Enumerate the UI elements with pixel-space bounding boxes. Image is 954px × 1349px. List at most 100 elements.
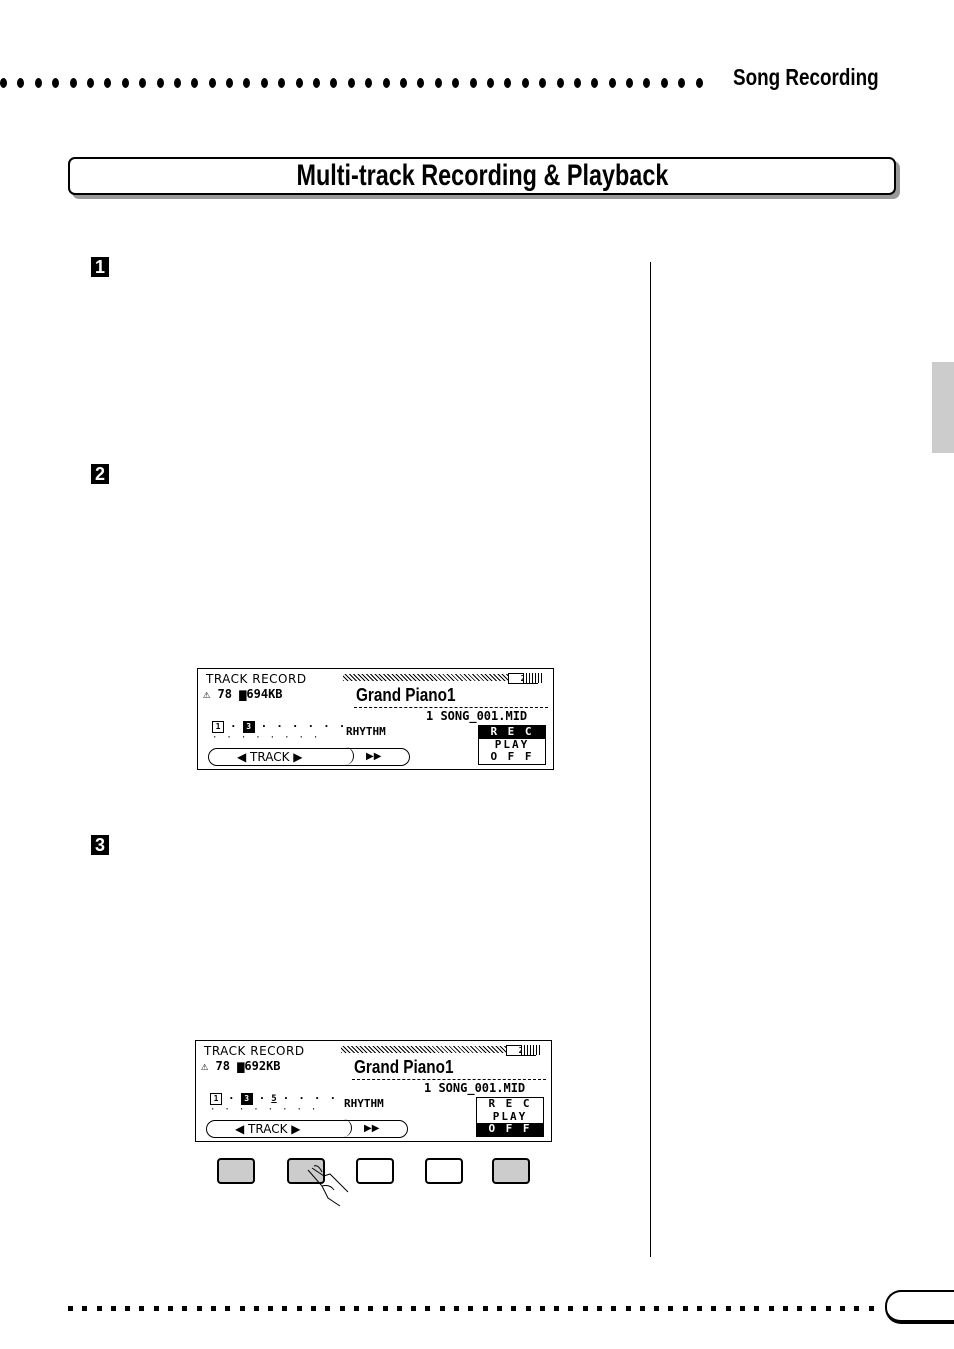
leader-dot [854, 1306, 860, 1311]
chapter-tab [932, 362, 954, 453]
leader-dot [368, 1306, 374, 1311]
step-number-1: 1 [91, 257, 109, 277]
mode-off[interactable]: O F F [479, 750, 545, 764]
metronome-icon: ⚠ [203, 687, 211, 701]
page-number-tab [885, 1290, 954, 1324]
leader-dot [840, 1306, 846, 1311]
panel-button-5[interactable] [492, 1158, 530, 1184]
leader-dot [110, 1306, 116, 1311]
fast-forward-icon[interactable]: ▶▶ [366, 749, 381, 765]
leader-dot [639, 1306, 645, 1311]
leader-dot [382, 1306, 388, 1311]
leader-dot [611, 1306, 617, 1311]
memory-value: 694KB [246, 687, 283, 701]
leader-dot [782, 1306, 788, 1311]
page-heading-box: Multi-track Recording & Playback [68, 157, 896, 195]
leader-dot [353, 1306, 359, 1311]
leader-dot [468, 1306, 474, 1311]
leader-dot [139, 1306, 145, 1311]
leader-dot [396, 1306, 402, 1311]
song-file-name: 1 SONG_001.MID [426, 709, 528, 723]
leader-dot [96, 1306, 102, 1311]
leader-dot [596, 1306, 602, 1311]
panel-button-1[interactable] [217, 1158, 255, 1184]
leader-dot [521, 78, 529, 88]
leader-dot [121, 78, 129, 88]
page-heading: Multi-track Recording & Playback [296, 159, 668, 192]
leader-dot [311, 1306, 317, 1311]
record-mode-selector[interactable]: R E C PLAY O F F [476, 1097, 544, 1137]
nav-separator [341, 1119, 352, 1137]
track-1-indicator: 1 [212, 720, 224, 733]
leader-dot [68, 1306, 73, 1311]
leader-dot [660, 78, 668, 88]
leader-dot [191, 78, 199, 88]
leader-dot [34, 78, 42, 88]
title-hatch-bar [341, 1046, 506, 1053]
leader-dot [339, 1306, 345, 1311]
leader-dot [511, 1306, 517, 1311]
memory-value: 692KB [244, 1059, 281, 1073]
lcd-title: TRACK RECORD [204, 1044, 305, 1058]
leader-dot [296, 1306, 302, 1311]
leader-dot [104, 78, 112, 88]
lcd-title: TRACK RECORD [206, 672, 307, 686]
leader-dot [496, 1306, 502, 1311]
leader-dot [654, 1306, 660, 1311]
leader-dot [434, 78, 442, 88]
leader-dot [768, 1306, 774, 1311]
voice-name: Grand Piano1 [356, 685, 456, 705]
leader-dot [153, 1306, 159, 1311]
leader-dot [156, 78, 164, 88]
leader-dot [469, 78, 477, 88]
leader-dot [168, 1306, 174, 1311]
pressing-hand-icon [307, 1165, 349, 1207]
leader-dot [725, 1306, 731, 1311]
leader-dot [625, 1306, 631, 1311]
leader-dot [439, 1306, 445, 1311]
leader-dot [582, 1306, 588, 1311]
panel-button-4[interactable] [425, 1158, 463, 1184]
tempo-value: 78 [217, 687, 232, 701]
leader-dot [486, 78, 494, 88]
metronome-icon: ⚠ [201, 1059, 209, 1073]
header-dot-leader [0, 78, 713, 90]
song-file-name: 1 SONG_001.MID [424, 1081, 526, 1095]
dotted-separator [354, 707, 548, 708]
leader-dot [253, 1306, 259, 1311]
step-number-3: 3 [91, 835, 109, 855]
track-indicators: 1 · 3 · 5 ···· [210, 1092, 345, 1105]
dotted-separator [352, 1079, 546, 1080]
leader-dot [452, 78, 460, 88]
leader-dot [711, 1306, 717, 1311]
leader-dot [243, 78, 251, 88]
leader-dot [82, 1306, 88, 1311]
track-select-label[interactable]: ◀ TRACK ▶ [237, 749, 303, 765]
mode-rec[interactable]: R E C [477, 1097, 543, 1111]
leader-dot [539, 1306, 545, 1311]
leader-dot [225, 1306, 231, 1311]
leader-dot [739, 1306, 745, 1311]
track-navigation[interactable]: ◀ TRACK ▶ ▶▶ [206, 1119, 408, 1138]
panel-button-3[interactable] [356, 1158, 394, 1184]
mode-off[interactable]: O F F [477, 1122, 543, 1136]
leader-dot [139, 78, 147, 88]
track-navigation[interactable]: ◀ TRACK ▶ ▶▶ [208, 747, 410, 766]
leader-dot [825, 1306, 831, 1311]
fast-forward-icon[interactable]: ▶▶ [364, 1121, 379, 1137]
leader-dot [69, 78, 77, 88]
track-3-indicator: 3 [240, 1092, 253, 1105]
record-mode-selector[interactable]: R E C PLAY O F F [478, 725, 546, 765]
leader-dot [811, 1306, 817, 1311]
mode-rec[interactable]: R E C [479, 725, 545, 739]
leader-dot [539, 78, 547, 88]
leader-dot [260, 78, 268, 88]
footer-dot-leader [68, 1306, 883, 1311]
leader-dot [182, 1306, 188, 1311]
leader-dot [347, 78, 355, 88]
track-select-label[interactable]: ◀ TRACK ▶ [235, 1121, 301, 1137]
leader-dot [754, 1306, 760, 1311]
track-dots: ········ [210, 1105, 326, 1115]
leader-dot [417, 78, 425, 88]
leader-dot [573, 78, 581, 88]
